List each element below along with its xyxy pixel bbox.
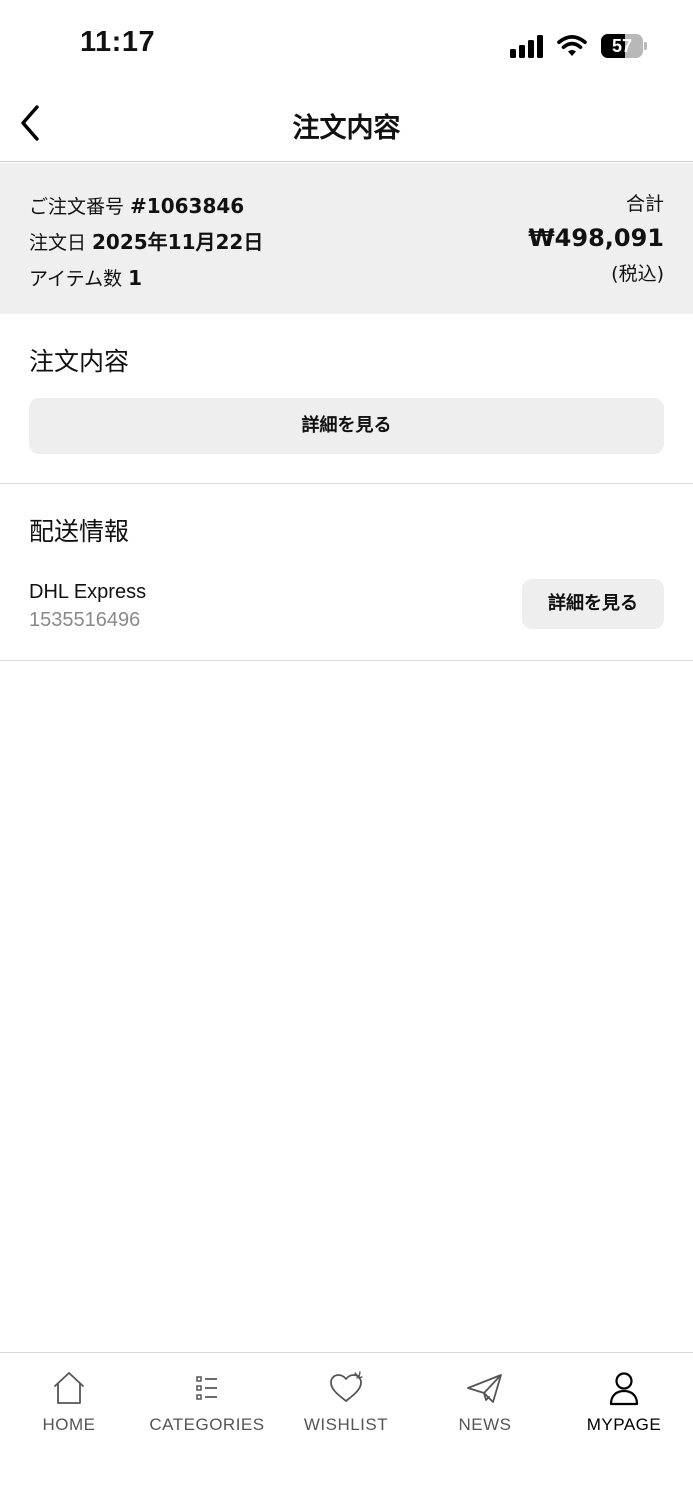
carrier-name: DHL Express	[29, 581, 147, 603]
battery-icon: 57	[601, 34, 647, 58]
top-header: 注文内容	[0, 86, 693, 162]
home-icon	[54, 1372, 84, 1404]
order-number-label: ご注文番号	[29, 196, 125, 218]
bottom-navigation: HOME CATEGORIES WISHLIST NEWS MYPAGE	[0, 1352, 693, 1500]
list-icon	[196, 1376, 217, 1400]
nav-categories-label: CATEGORIES	[149, 1415, 265, 1434]
shipping-details-button[interactable]: 詳細を見る	[522, 579, 664, 629]
nav-wishlist[interactable]: WISHLIST	[277, 1353, 415, 1453]
page-title: 注文内容	[292, 113, 401, 144]
nav-home[interactable]: HOME	[0, 1353, 138, 1453]
tax-note: (税込)	[611, 263, 664, 285]
cellular-signal-icon	[510, 34, 543, 58]
order-date-row: 注文日 2025年11月22日	[29, 225, 263, 261]
section-divider	[0, 660, 693, 661]
tracking-number: 1535516496	[29, 609, 141, 631]
battery-percentage: 57	[611, 36, 633, 56]
section-divider	[0, 483, 693, 484]
heart-icon	[330, 1371, 363, 1402]
nav-mypage-label: MYPAGE	[586, 1415, 662, 1434]
item-count-label: アイテム数	[29, 268, 123, 290]
order-date-label: 注文日	[29, 232, 87, 254]
nav-mypage[interactable]: MYPAGE	[555, 1353, 693, 1453]
nav-wishlist-label: WISHLIST	[303, 1415, 389, 1434]
status-time: 11:17	[80, 26, 156, 58]
order-number-row: ご注文番号 #1063846	[29, 189, 263, 225]
item-count-row: アイテム数 1	[29, 261, 263, 297]
shipping-section-title: 配送情報	[29, 517, 130, 546]
wifi-icon	[557, 35, 587, 56]
nav-news[interactable]: NEWS	[416, 1353, 554, 1453]
status-bar: 11:17 57	[0, 0, 693, 86]
user-icon	[609, 1372, 639, 1406]
item-count: 1	[128, 266, 143, 290]
order-info: ご注文番号 #1063846 注文日 2025年11月22日 アイテム数 1	[29, 189, 263, 297]
status-icons: 57	[510, 32, 647, 60]
nav-home-label: HOME	[42, 1415, 96, 1434]
order-details-button[interactable]: 詳細を見る	[29, 398, 664, 454]
paper-plane-icon	[467, 1374, 502, 1403]
order-date: 2025年11月22日	[92, 230, 264, 254]
nav-news-label: NEWS	[458, 1415, 512, 1434]
total-label: 合計	[625, 193, 664, 215]
total-value: ₩498,091	[528, 224, 664, 252]
order-summary: ご注文番号 #1063846 注文日 2025年11月22日 アイテム数 1 合計 ₩…	[0, 163, 693, 314]
order-total: 合計 ₩498,091 (税込)	[528, 189, 664, 291]
order-number: #1063846	[130, 194, 245, 218]
nav-categories[interactable]: CATEGORIES	[138, 1353, 276, 1453]
order-section-title: 注文内容	[29, 347, 130, 376]
